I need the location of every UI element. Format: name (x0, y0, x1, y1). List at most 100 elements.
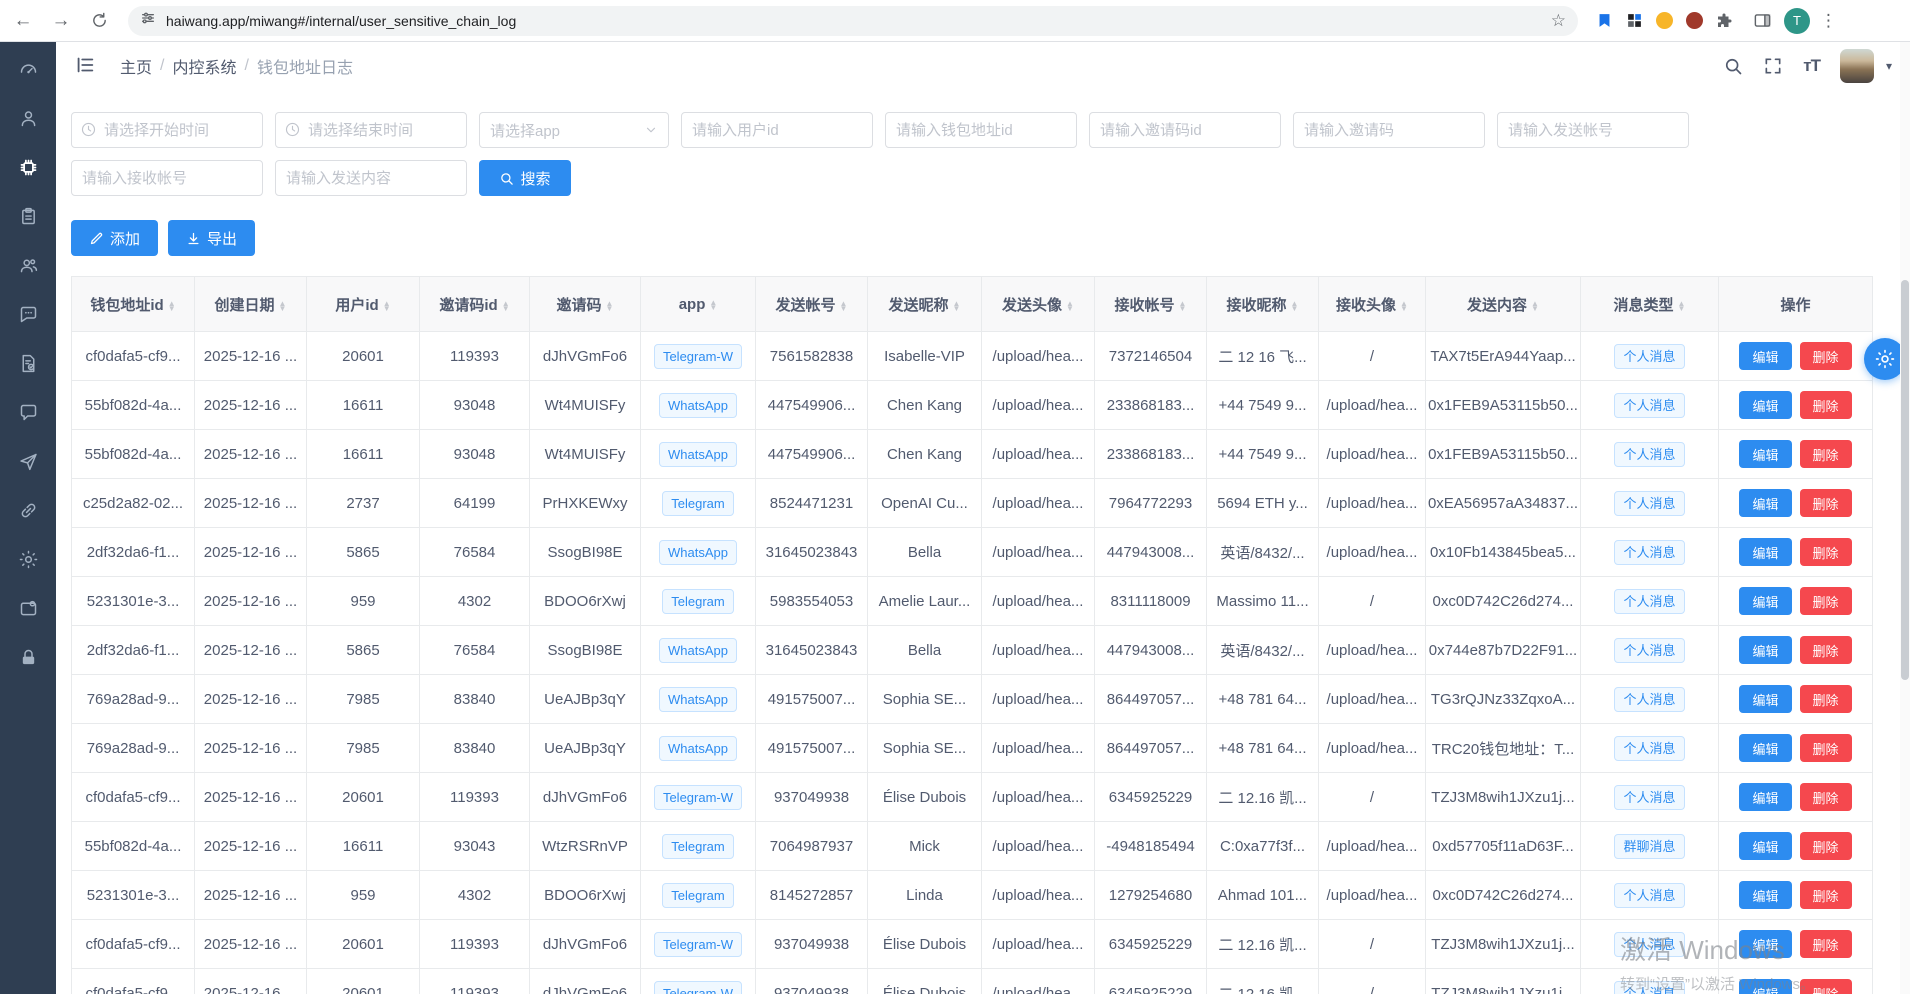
sidebar-collapse-icon[interactable] (74, 54, 98, 78)
delete-button[interactable]: 删除 (1800, 783, 1852, 811)
sort-caret-icon[interactable]: ▲▼ (1678, 301, 1686, 311)
edit-button[interactable]: 编辑 (1739, 930, 1791, 958)
delete-button[interactable]: 删除 (1800, 881, 1852, 909)
browser-back-button[interactable]: ← (8, 6, 38, 36)
column-header-send_account[interactable]: 发送帐号▲▼ (756, 277, 868, 332)
column-header-app[interactable]: app▲▼ (641, 277, 756, 332)
sidebar-item-agents[interactable] (17, 254, 39, 276)
edit-button[interactable]: 编辑 (1739, 734, 1791, 762)
sort-caret-icon[interactable]: ▲▼ (168, 301, 176, 311)
start-time-picker[interactable] (71, 112, 263, 148)
sidebar-item-pages[interactable] (17, 597, 39, 619)
sort-caret-icon[interactable]: ▲▼ (1531, 301, 1539, 311)
column-header-created[interactable]: 创建日期▲▼ (195, 277, 307, 332)
edit-button[interactable]: 编辑 (1739, 783, 1791, 811)
sort-caret-icon[interactable]: ▲▼ (1400, 301, 1408, 311)
sidebar-item-chat[interactable] (17, 401, 39, 423)
end-time-picker[interactable] (275, 112, 467, 148)
edit-button[interactable]: 编辑 (1739, 979, 1791, 994)
column-header-send_avatar[interactable]: 发送头像▲▼ (982, 277, 1095, 332)
edit-button[interactable]: 编辑 (1739, 538, 1791, 566)
delete-button[interactable]: 删除 (1800, 930, 1852, 958)
sort-caret-icon[interactable]: ▲▼ (953, 301, 961, 311)
column-header-invite_id[interactable]: 邀请码id▲▼ (420, 277, 530, 332)
site-settings-icon[interactable] (140, 10, 156, 31)
sort-caret-icon[interactable]: ▲▼ (840, 301, 848, 311)
delete-button[interactable]: 删除 (1800, 342, 1852, 370)
edit-button[interactable]: 编辑 (1739, 587, 1791, 615)
sort-caret-icon[interactable]: ▲▼ (1179, 301, 1187, 311)
delete-button[interactable]: 删除 (1800, 391, 1852, 419)
edit-button[interactable]: 编辑 (1739, 342, 1791, 370)
start-time-input[interactable] (71, 112, 263, 148)
column-header-content[interactable]: 发送内容▲▼ (1426, 277, 1581, 332)
browser-forward-button[interactable]: → (46, 6, 76, 36)
browser-reload-button[interactable] (84, 6, 114, 36)
column-header-recv_avatar[interactable]: 接收头像▲▼ (1319, 277, 1426, 332)
column-header-recv_nick[interactable]: 接收昵称▲▼ (1207, 277, 1319, 332)
column-header-msg_type[interactable]: 消息类型▲▼ (1581, 277, 1719, 332)
breadcrumb-home[interactable]: 主页 (120, 54, 152, 78)
edit-button[interactable]: 编辑 (1739, 636, 1791, 664)
edit-button[interactable]: 编辑 (1739, 391, 1791, 419)
export-button[interactable]: 导出 (168, 220, 255, 256)
sort-caret-icon[interactable]: ▲▼ (1291, 301, 1299, 311)
edit-button[interactable]: 编辑 (1739, 881, 1791, 909)
browser-profile-avatar[interactable]: T (1784, 8, 1810, 34)
delete-button[interactable]: 删除 (1800, 832, 1852, 860)
sort-caret-icon[interactable]: ▲▼ (606, 301, 614, 311)
sort-caret-icon[interactable]: ▲▼ (279, 301, 287, 311)
user-id-input[interactable] (681, 112, 873, 148)
app-select[interactable]: 请选择app (479, 112, 669, 148)
sort-caret-icon[interactable]: ▲▼ (383, 301, 391, 311)
extension-flag-icon[interactable] (1594, 11, 1614, 31)
extensions-puzzle-icon[interactable] (1714, 11, 1734, 31)
edit-button[interactable]: 编辑 (1739, 440, 1791, 468)
sidebar-item-audit-log[interactable] (17, 352, 39, 374)
browser-menu-button[interactable]: ⋮ (1820, 11, 1837, 31)
delete-button[interactable]: 删除 (1800, 489, 1852, 517)
delete-button[interactable]: 删除 (1800, 440, 1852, 468)
column-header-invite_code[interactable]: 邀请码▲▼ (530, 277, 641, 332)
column-header-send_nick[interactable]: 发送昵称▲▼ (868, 277, 982, 332)
delete-button[interactable]: 删除 (1800, 636, 1852, 664)
send-content-input[interactable] (275, 160, 467, 196)
sidebar-item-links[interactable] (17, 499, 39, 521)
extension-emoji-icon[interactable] (1654, 11, 1674, 31)
sidebar-item-users[interactable] (17, 107, 39, 129)
delete-button[interactable]: 删除 (1800, 538, 1852, 566)
extension-red-icon[interactable] (1684, 11, 1704, 31)
fullscreen-icon[interactable] (1763, 56, 1783, 76)
delete-button[interactable]: 删除 (1800, 734, 1852, 762)
delete-button[interactable]: 删除 (1800, 587, 1852, 615)
sidebar-item-messages[interactable] (17, 303, 39, 325)
wallet-id-input[interactable] (885, 112, 1077, 148)
breadcrumb-internal[interactable]: 内控系统 (172, 54, 236, 78)
font-size-icon[interactable]: тT (1803, 56, 1820, 76)
edit-button[interactable]: 编辑 (1739, 832, 1791, 860)
omnibox[interactable]: haiwang.app/miwang#/internal/user_sensit… (128, 6, 1578, 36)
sort-caret-icon[interactable]: ▲▼ (1066, 301, 1074, 311)
sort-caret-icon[interactable]: ▲▼ (709, 300, 717, 310)
delete-button[interactable]: 删除 (1800, 979, 1852, 994)
invite-id-input[interactable] (1089, 112, 1281, 148)
side-panel-icon[interactable] (1752, 11, 1772, 31)
user-avatar[interactable] (1840, 49, 1874, 83)
chevron-down-icon[interactable]: ▾ (1886, 59, 1892, 73)
send-account-input[interactable] (1497, 112, 1689, 148)
sidebar-item-broadcast[interactable] (17, 450, 39, 472)
sidebar-item-dashboard[interactable] (17, 58, 39, 80)
sidebar-item-security[interactable] (17, 646, 39, 668)
sidebar-item-internal-system[interactable] (17, 156, 39, 178)
column-header-wallet_id[interactable]: 钱包地址id▲▼ (72, 277, 195, 332)
column-header-user_id[interactable]: 用户id▲▼ (307, 277, 420, 332)
edit-button[interactable]: 编辑 (1739, 489, 1791, 517)
column-header-recv_account[interactable]: 接收帐号▲▼ (1095, 277, 1207, 332)
scrollbar-thumb[interactable] (1901, 280, 1909, 680)
extension-grid-icon[interactable] (1624, 11, 1644, 31)
end-time-input[interactable] (275, 112, 467, 148)
bookmark-star-icon[interactable]: ☆ (1551, 11, 1566, 31)
search-button[interactable]: 搜索 (479, 160, 571, 196)
search-icon[interactable] (1723, 56, 1743, 76)
sort-caret-icon[interactable]: ▲▼ (502, 301, 510, 311)
